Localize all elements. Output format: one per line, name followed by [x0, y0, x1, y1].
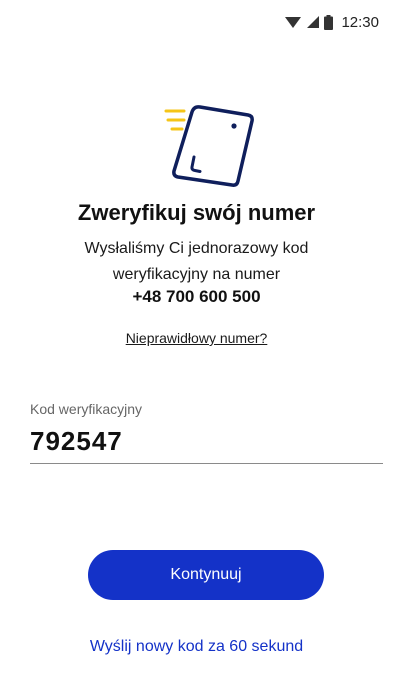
- page-title: Zweryfikuj swój numer: [77, 200, 316, 225]
- phone-verification-icon: [164, 105, 254, 187]
- signal-icon: [307, 16, 320, 28]
- continue-button[interactable]: Kontynuuj: [88, 550, 324, 600]
- wrong-number-row: Nieprawidłowy numer?: [0, 330, 393, 346]
- battery-icon: [324, 14, 334, 30]
- phone-number: +48 700 600 500: [132, 287, 261, 306]
- verify-phone-screen: 12:30 Zweryfikuj swój numer Wysłaliśmy C…: [0, 0, 393, 697]
- status-bar: 12:30: [0, 0, 393, 44]
- wrong-number-link[interactable]: Nieprawidłowy numer?: [126, 330, 268, 346]
- resend-code-link[interactable]: Wyślij nowy kod za 60 sekund: [0, 638, 393, 656]
- wifi-icon: [285, 17, 302, 28]
- verification-description: Wysłaliśmy Ci jednorazowy kod weryfikacy…: [84, 240, 309, 283]
- verification-code-input[interactable]: [30, 420, 383, 464]
- status-time: 12:30: [341, 13, 379, 31]
- code-field-label: Kod weryfikacyjny: [30, 401, 143, 417]
